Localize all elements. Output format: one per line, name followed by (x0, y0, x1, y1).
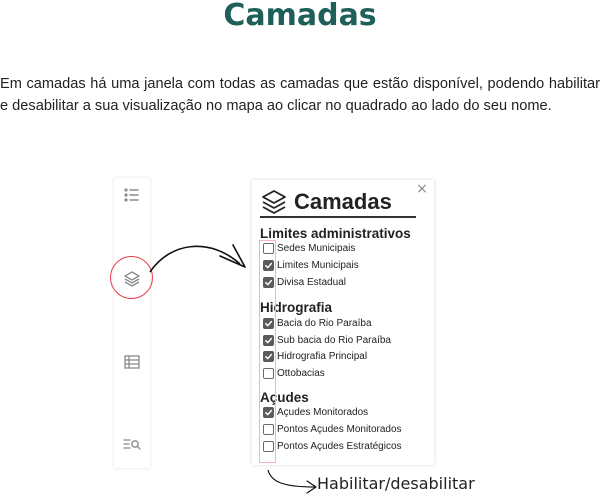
layer-label: Divisa Estadual (277, 277, 346, 288)
list-icon[interactable] (122, 185, 142, 205)
layer-item[interactable]: Pontos Açudes Monitorados (263, 422, 402, 437)
layer-item[interactable]: Açudes Monitorados (263, 405, 368, 420)
annotation-arrow-icon (267, 469, 317, 494)
close-button[interactable]: × (415, 181, 429, 197)
layer-label: Açudes Monitorados (277, 407, 369, 418)
layer-item[interactable]: Pontos Açudes Estratégicos (263, 439, 402, 454)
layer-label: Sedes Municipais (277, 243, 356, 254)
layer-label: Hidrografia Principal (277, 351, 368, 362)
group-title-limites: Limites administrativos (260, 226, 411, 241)
panel-title: Camadas (294, 189, 392, 214)
layer-item[interactable]: Bacia do Rio Paraíba (263, 316, 372, 331)
panel-header: Camadas (260, 186, 392, 218)
checkbox-column-highlight (259, 240, 276, 463)
page-title: Camadas (223, 0, 377, 33)
layers-panel: Camadas × Limites administrativos Sedes … (252, 180, 434, 465)
map-toolbar (114, 178, 150, 468)
layer-label: Ottobacias (277, 368, 325, 379)
layer-item[interactable]: Limites Municipais (263, 258, 359, 273)
intro-paragraph: Em camadas há uma janela com todas as ca… (0, 76, 600, 114)
layer-item[interactable]: Hidrografia Principal (263, 349, 367, 364)
search-list-icon[interactable] (122, 434, 142, 454)
layer-item[interactable]: Sub bacia do Rio Paraíba (263, 333, 391, 348)
layers-icon (260, 188, 288, 216)
layer-item[interactable]: Sedes Municipais (263, 241, 355, 256)
layer-label: Pontos Açudes Estratégicos (277, 441, 402, 452)
layer-label: Limites Municipais (277, 260, 359, 271)
layer-label: Sub bacia do Rio Paraíba (277, 335, 391, 346)
annotation-label: Habilitar/desabilitar (317, 474, 475, 493)
table-icon[interactable] (122, 352, 142, 372)
layer-label: Pontos Açudes Monitorados (277, 424, 402, 435)
panel-divider (260, 216, 416, 218)
layer-label: Bacia do Rio Paraíba (277, 318, 372, 329)
